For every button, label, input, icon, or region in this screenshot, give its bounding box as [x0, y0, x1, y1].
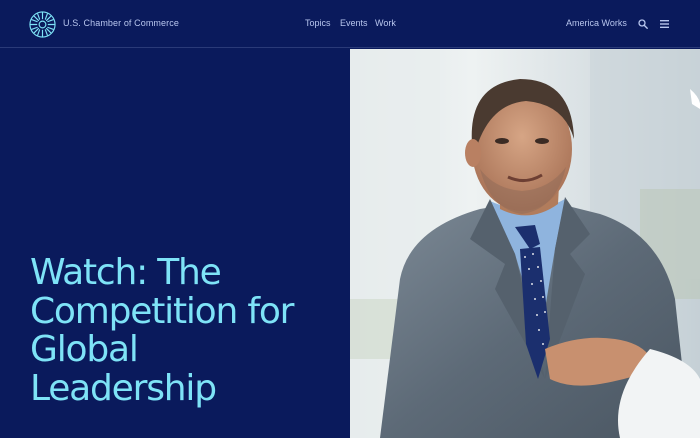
businessman-photo	[350, 49, 700, 438]
search-icon[interactable]	[638, 19, 648, 29]
hamburger-menu-icon[interactable]	[660, 20, 669, 28]
nav-events-link[interactable]: Events	[340, 18, 368, 28]
hero-title[interactable]: Watch: The Competition for Global Leader…	[30, 253, 330, 408]
hero-image	[350, 49, 700, 438]
uscc-logo-icon[interactable]	[29, 11, 56, 38]
site-header: U.S. Chamber of Commerce Topics Events W…	[0, 0, 700, 48]
america-works-link[interactable]: America Works	[566, 18, 627, 28]
nav-work-link[interactable]: Work	[375, 18, 396, 28]
brand-name[interactable]: U.S. Chamber of Commerce	[63, 18, 179, 28]
nav-topics-link[interactable]: Topics	[305, 18, 331, 28]
